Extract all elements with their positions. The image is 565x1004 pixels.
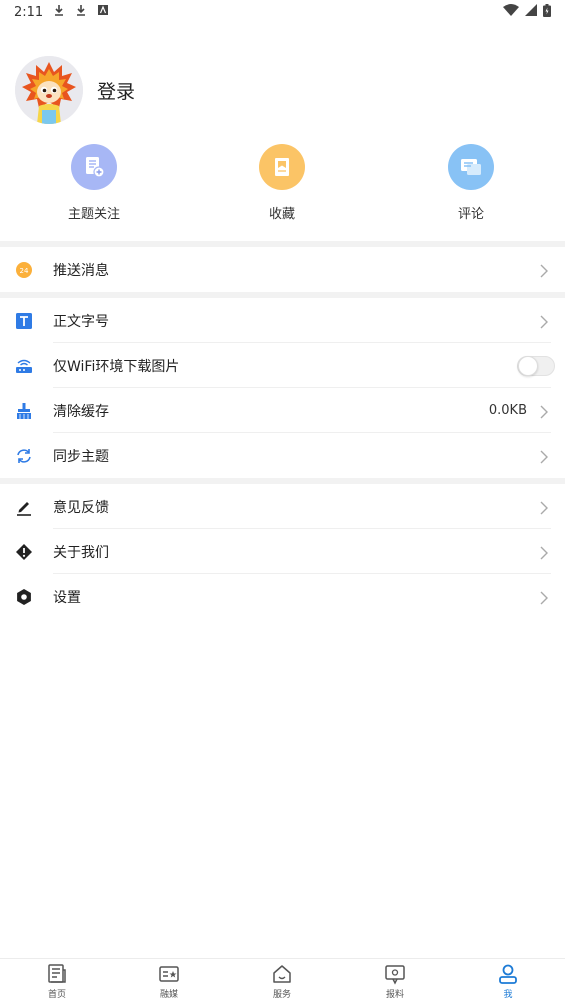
download-icon [53,4,65,20]
avatar[interactable] [15,56,83,124]
comment-icon [461,159,481,175]
wifi-images-label: 仅WiFi环境下载图片 [53,358,180,375]
download-icon [75,4,87,20]
comments-label: 评论 [457,207,484,222]
home-icon [273,965,291,983]
status-left: 2:11 [14,4,109,20]
bookmark-icon [275,158,289,176]
font-size-label: 正文字号 [53,313,109,330]
favorites-label: 收藏 [268,207,295,222]
settings-row-wifi-images: 仅WiFi环境下载图片 [0,343,565,388]
topic-follow-label: 主题关注 [67,207,120,222]
favorites-button[interactable]: 收藏 [232,144,332,222]
chevron-right-icon [539,590,549,604]
gear-icon [14,587,34,607]
login-button[interactable]: 登录 [97,77,135,104]
chevron-right-icon [539,263,549,277]
favorites-icon-circle [259,144,305,190]
nav-home[interactable]: 首页 [27,963,87,1000]
svg-text:24: 24 [20,267,29,275]
chevron-right-icon [539,449,549,463]
clear-cache-label: 清除缓存 [53,403,109,420]
sync-theme-label: 同步主题 [53,448,109,465]
settings-row-settings[interactable]: 设置 [0,574,565,619]
status-right [503,3,551,21]
nav-media-label: 融媒 [159,990,178,1000]
media-card-icon [159,966,179,982]
newspaper-icon [48,964,66,983]
document-add-icon [86,157,105,178]
quick-actions: 主题关注 收藏 评论 [0,144,565,226]
cache-size-value: 0.0KB [488,403,527,418]
info-diamond-icon [14,542,34,562]
report-chat-icon [385,965,405,985]
push-clock-icon: 24 [14,260,34,280]
status-bar: 2:11 [0,0,565,24]
broom-icon [14,401,34,421]
settings-row-about-us[interactable]: 关于我们 [0,529,565,574]
settings-row-font-size[interactable]: 正文字号 [0,298,565,343]
chevron-right-icon [539,404,549,418]
about-us-label: 关于我们 [53,544,109,561]
topic-follow-icon-circle [71,144,117,190]
comments-button[interactable]: 评论 [421,144,521,222]
signal-icon [525,4,537,20]
nav-home-label: 首页 [47,990,66,1000]
wifi-router-icon [14,356,34,376]
wifi-images-toggle[interactable] [517,355,555,376]
nav-report[interactable]: 报料 [365,963,425,1000]
profile-section: 登录 [15,56,135,124]
settings-row-feedback[interactable]: 意见反馈 [0,484,565,529]
nav-media[interactable]: 融媒 [139,963,199,1000]
settings-label: 设置 [53,589,81,606]
app-notification-icon [97,4,109,20]
person-icon [499,964,517,984]
toggle-knob [518,355,538,376]
bottom-nav: 首页 融媒 服务 报料 我 [0,958,565,1004]
wifi-icon [503,4,519,20]
status-time: 2:11 [14,4,44,20]
feedback-label: 意见反馈 [53,499,109,516]
comments-icon-circle [448,144,494,190]
mascot-avatar-icon [15,56,83,124]
chevron-right-icon [539,545,549,559]
nav-report-label: 报料 [385,990,404,1000]
settings-row-clear-cache[interactable]: 清除缓存 0.0KB [0,388,565,433]
nav-services-label: 服务 [272,990,291,1000]
text-size-icon [14,311,34,331]
battery-icon [543,3,551,21]
nav-me[interactable]: 我 [478,963,538,1000]
pencil-icon [14,497,34,517]
chevron-right-icon [539,314,549,328]
topic-follow-button[interactable]: 主题关注 [44,144,144,222]
nav-services[interactable]: 服务 [252,963,312,1000]
push-messages-label: 推送消息 [53,262,109,279]
sync-icon [14,446,34,466]
settings-row-push-messages[interactable]: 24 推送消息 [0,247,565,292]
nav-me-label: 我 [503,990,513,1000]
settings-row-sync-theme[interactable]: 同步主题 [0,433,565,478]
chevron-right-icon [539,500,549,514]
